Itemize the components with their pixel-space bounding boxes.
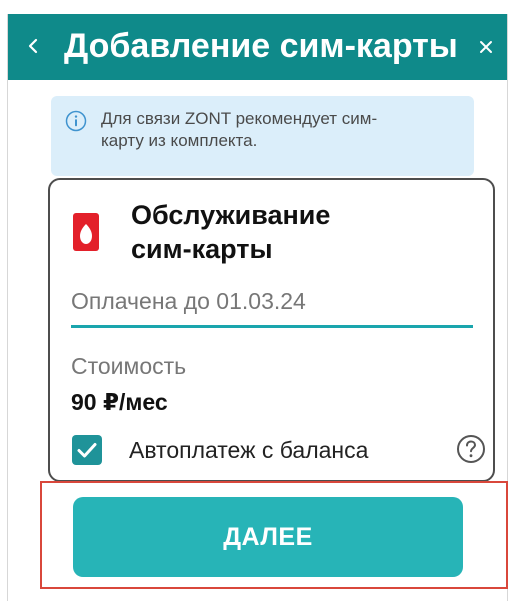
card-title: Обслуживание сим-карты: [131, 198, 461, 266]
divider: [71, 325, 473, 328]
back-button[interactable]: [20, 31, 46, 61]
close-icon: [480, 41, 492, 53]
sim-provider-logo-icon: [73, 213, 99, 251]
card-title-line-2: сим-карты: [131, 234, 273, 264]
question-circle-icon[interactable]: [455, 433, 487, 465]
info-banner: Для связи ZONT рекомендует сим- карту из…: [51, 96, 474, 176]
close-button[interactable]: [475, 34, 497, 58]
dialog-header: Добавление сим-карты: [8, 14, 507, 80]
next-button[interactable]: ДАЛЕЕ: [73, 497, 463, 577]
info-icon: [65, 110, 87, 132]
autopay-label[interactable]: Автоплатеж с баланса: [129, 435, 368, 465]
info-text-line-1: Для связи ZONT рекомендует сим-: [101, 109, 378, 128]
sim-service-card: Обслуживание сим-карты Оплачена до 01.03…: [48, 178, 495, 482]
dialog-window: Добавление сим-карты Для связи ZONT реко…: [7, 14, 508, 601]
page-title: Добавление сим-карты: [64, 27, 458, 65]
cost-label: Стоимость: [71, 353, 187, 379]
chevron-left-icon: [28, 38, 38, 54]
autopay-checkbox[interactable]: [72, 435, 102, 465]
info-text-line-2: карту из комплекта.: [101, 131, 258, 150]
cost-value: 90 ₽/мес: [71, 389, 168, 415]
paid-until-text: Оплачена до 01.03.24: [71, 288, 306, 314]
checkmark-icon: [77, 443, 97, 458]
card-title-line-1: Обслуживание: [131, 200, 331, 230]
